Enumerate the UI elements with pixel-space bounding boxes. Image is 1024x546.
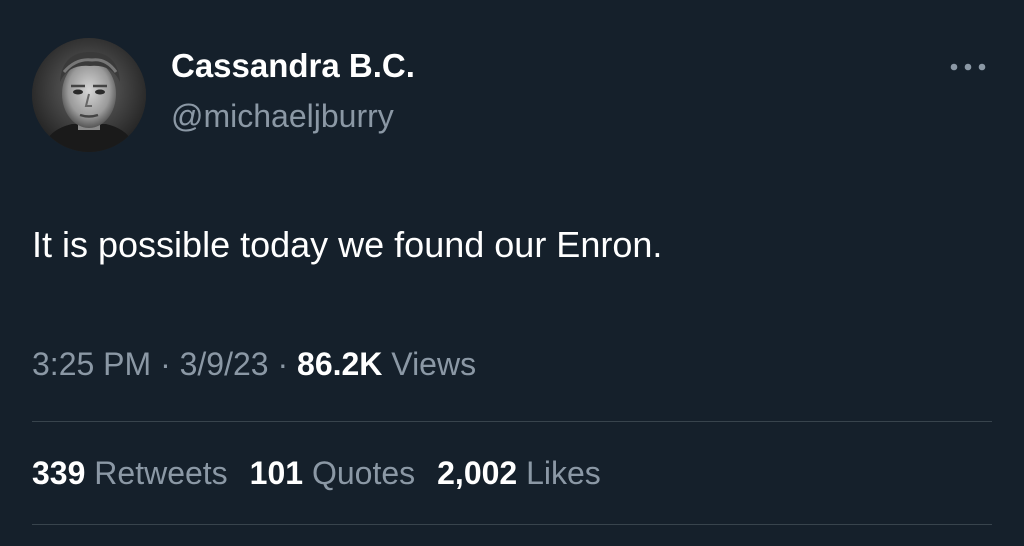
likes-stat[interactable]: 2,002 Likes xyxy=(437,452,601,494)
tweet-time[interactable]: 3:25 PM xyxy=(32,346,151,382)
likes-count: 2,002 xyxy=(437,455,518,491)
views-count[interactable]: 86.2K xyxy=(297,346,382,382)
tweet-text: It is possible today we found our Enron. xyxy=(32,224,663,265)
views-label[interactable]: Views xyxy=(391,346,476,382)
quotes-count: 101 xyxy=(249,455,304,491)
quotes-stat[interactable]: 101 Quotes xyxy=(250,452,415,494)
meta-separator: · xyxy=(277,346,289,382)
retweets-label: Retweets xyxy=(94,455,228,491)
divider xyxy=(32,421,992,422)
display-name[interactable]: Cassandra B.C. xyxy=(171,46,415,86)
user-handle[interactable]: @michaeljburry xyxy=(171,96,394,136)
retweets-count: 339 xyxy=(32,455,86,491)
quotes-label: Quotes xyxy=(311,455,416,491)
more-options-button[interactable] xyxy=(946,54,990,80)
avatar[interactable] xyxy=(32,38,146,152)
engagement-stats: 339 Retweets 101 Quotes 2,002 Likes xyxy=(32,452,601,494)
tweet-detail: Cassandra B.C. @michaeljburry It is poss… xyxy=(0,0,1024,546)
retweets-stat[interactable]: 339 Retweets xyxy=(32,452,228,494)
avatar-photo xyxy=(32,38,146,152)
more-horizontal-icon xyxy=(950,63,986,71)
likes-label: Likes xyxy=(526,455,601,491)
meta-separator: · xyxy=(160,346,171,382)
tweet-date[interactable]: 3/9/23 xyxy=(180,346,269,382)
divider xyxy=(32,524,992,525)
tweet-metadata: 3:25 PM · 3/9/23 · 86.2K Views xyxy=(32,343,476,385)
